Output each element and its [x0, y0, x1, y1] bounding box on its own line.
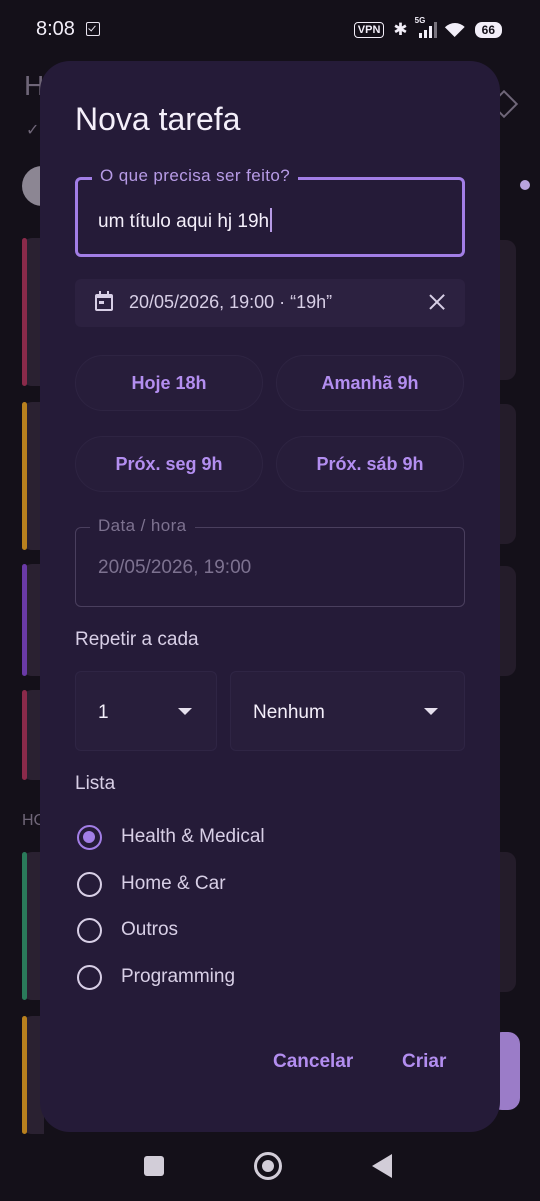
background-task-card — [500, 566, 516, 676]
list-option-label: Programming — [121, 966, 236, 987]
recents-icon[interactable] — [144, 1156, 164, 1176]
dropdown-arrow-icon — [424, 708, 438, 715]
task-title-text: um título aqui hj 19h — [98, 211, 270, 232]
network-type: 5G — [414, 16, 426, 25]
wifi-icon — [444, 22, 466, 38]
status-time: 8:08 — [36, 18, 75, 40]
quick-tomorrow-button[interactable]: Amanhã 9h — [276, 355, 464, 411]
parsed-date-text: 20/05/2026, 19:00 · “19h” — [129, 292, 333, 312]
repeat-interval-value: 1 — [98, 702, 109, 723]
text-cursor — [270, 208, 273, 232]
home-icon[interactable] — [254, 1152, 282, 1180]
dropdown-arrow-icon — [178, 708, 192, 715]
battery-indicator: 66 — [474, 22, 502, 38]
background-check-icon: ✓ — [26, 122, 40, 139]
create-button[interactable]: Criar — [402, 1051, 446, 1073]
cancel-button[interactable]: Cancelar — [273, 1051, 353, 1073]
notification-check-icon — [86, 22, 100, 36]
radio-unselected-icon[interactable] — [77, 872, 102, 897]
status-bar: 8:08 VPN ✱ 5G 66 — [0, 0, 540, 60]
new-task-dialog: Nova tarefa O que precisa ser feito? um … — [40, 61, 500, 1132]
repeat-unit-value: Nenhum — [253, 702, 325, 723]
radio-unselected-icon[interactable] — [77, 918, 102, 943]
task-title-label: O que precisa ser feito? — [92, 166, 299, 186]
radio-selected-icon[interactable] — [77, 825, 102, 850]
radio-unselected-icon[interactable] — [77, 965, 102, 990]
quick-today-button[interactable]: Hoje 18h — [75, 355, 263, 411]
background-task-card — [500, 404, 516, 544]
bluetooth-icon: ✱ — [393, 20, 408, 39]
signal-icon: 5G — [415, 16, 437, 38]
parsed-date-chip[interactable]: 20/05/2026, 19:00 · “19h” — [75, 279, 465, 327]
background-task-card — [500, 852, 516, 992]
quick-next-saturday-button[interactable]: Próx. sáb 9h — [276, 436, 464, 492]
repeat-label: Repetir a cada — [75, 629, 199, 650]
background-task-card — [500, 240, 516, 380]
background-dot — [520, 180, 530, 190]
quick-next-monday-button[interactable]: Próx. seg 9h — [75, 436, 263, 492]
list-option-label: Outros — [121, 919, 179, 940]
vpn-badge: VPN — [353, 22, 385, 38]
repeat-interval-select[interactable]: 1 — [75, 671, 217, 751]
repeat-unit-select[interactable]: Nenhum — [230, 671, 465, 751]
datetime-field[interactable]: Data / hora 20/05/2026, 19:00 — [75, 516, 465, 607]
back-icon[interactable] — [372, 1154, 392, 1178]
datetime-label: Data / hora — [90, 516, 195, 536]
system-nav-bar — [0, 1136, 540, 1201]
list-option-label: Home & Car — [121, 873, 226, 894]
task-title-input[interactable]: um título aqui hj 19h — [98, 208, 273, 233]
close-icon[interactable] — [427, 292, 447, 312]
calendar-icon — [95, 291, 113, 311]
dialog-title: Nova tarefa — [75, 101, 241, 137]
datetime-value: 20/05/2026, 19:00 — [98, 557, 252, 578]
list-label: Lista — [75, 773, 116, 794]
task-title-field[interactable]: O que precisa ser feito? um título aqui … — [75, 166, 465, 257]
list-option-label: Health & Medical — [121, 826, 265, 847]
